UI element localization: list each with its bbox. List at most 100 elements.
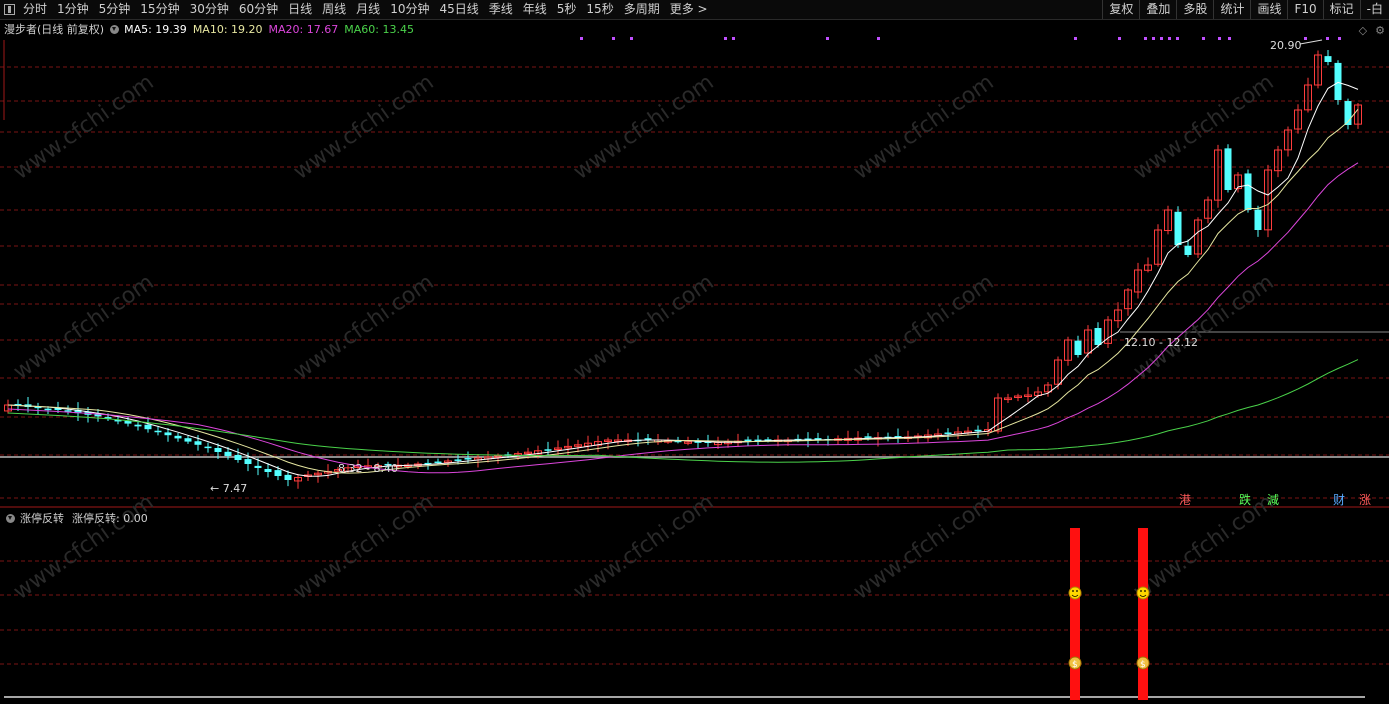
signal-bar — [1070, 528, 1080, 700]
candle-body — [244, 459, 252, 464]
high-price-label: 20.90 — [1270, 39, 1302, 52]
smiley-eye — [1072, 590, 1074, 592]
ma20-label: MA20: 17.67 — [268, 22, 339, 36]
watermark: www.cfchi.com — [569, 270, 718, 385]
event-dot — [877, 37, 880, 40]
event-dot — [1168, 37, 1171, 40]
range-label-1: 8.32 - 8.40 — [338, 462, 398, 475]
dropdown-icon[interactable] — [110, 24, 120, 34]
watermark: www.cfchi.com — [1129, 70, 1278, 185]
event-dot — [612, 37, 615, 40]
signal-bar — [1138, 528, 1148, 700]
candle-body — [1324, 56, 1332, 62]
money-bag-symbol: $ — [1140, 660, 1146, 670]
candle-body — [464, 458, 472, 460]
money-bag-symbol: $ — [1072, 660, 1078, 670]
candle-body — [1334, 62, 1342, 100]
event-dot — [826, 37, 829, 40]
candle-body — [134, 424, 142, 427]
candle-body — [184, 438, 192, 442]
event-dot — [1118, 37, 1121, 40]
candle-body — [974, 429, 982, 432]
event-dot — [1338, 37, 1341, 40]
watermark: www.cfchi.com — [1129, 270, 1278, 385]
event-dot — [1326, 37, 1329, 40]
smiley-eye — [1144, 590, 1146, 592]
candle-body — [1184, 245, 1192, 255]
event-dot — [732, 37, 735, 40]
watermark: www.cfchi.com — [9, 270, 158, 385]
kline-chart[interactable]: www.cfchi.com www.cfchi.com www.cfchi.com w… — [0, 0, 1389, 704]
ma5-label: MA5: 19.39 — [124, 22, 187, 36]
watermark: www.cfchi.com — [289, 270, 438, 385]
period-label: (日线 前复权) — [37, 23, 105, 36]
diamond-icon[interactable]: ◇ — [1359, 24, 1367, 37]
high-pointer — [1299, 39, 1323, 45]
event-dot — [1228, 37, 1231, 40]
event-flag-4[interactable]: 涨 — [1359, 493, 1371, 507]
candle-body — [454, 459, 462, 461]
event-dot — [1202, 37, 1205, 40]
candle-body — [224, 451, 232, 456]
smiley-eye — [1140, 590, 1142, 592]
sub-chart-title: 涨停反转 涨停反转: 0.00 — [4, 511, 148, 525]
indicator-value: 涨停反转: 0.00 — [72, 512, 148, 525]
candle-body — [284, 474, 292, 480]
low-price-label: ← 7.47 — [210, 482, 247, 495]
event-flag-3[interactable]: 财 — [1333, 493, 1345, 507]
smiley-icon — [1136, 586, 1150, 600]
candle-body — [1174, 211, 1182, 245]
candle-body — [1244, 173, 1252, 210]
candle-body — [744, 439, 752, 442]
event-dot — [724, 37, 727, 40]
event-dot — [1160, 37, 1163, 40]
event-flag-1[interactable]: 跌 — [1239, 493, 1251, 507]
watermark: www.cfchi.com — [9, 70, 158, 185]
ma60-label: MA60: 13.45 — [344, 22, 414, 36]
event-dot — [1176, 37, 1179, 40]
candle-body — [264, 468, 272, 472]
event-dot — [1144, 37, 1147, 40]
candle-body — [214, 447, 222, 452]
ma20-line — [7, 162, 1359, 474]
candle-body — [164, 432, 172, 436]
chart-title-row: 漫步者 (日线 前复权) MA5: 19.39 MA10: 19.20 MA20… — [4, 22, 420, 37]
watermark: www.cfchi.com — [849, 70, 998, 185]
candle-body — [1074, 340, 1082, 355]
candle-body — [154, 430, 162, 433]
candle-body — [124, 420, 132, 424]
watermark: www.cfchi.com — [849, 270, 998, 385]
event-dot — [1304, 37, 1307, 40]
range-label-2: 12.10 - 12.12 — [1124, 336, 1198, 349]
indicator-name: 涨停反转 — [20, 512, 64, 525]
sub-dropdown-icon[interactable] — [6, 513, 15, 523]
candle-body — [544, 449, 552, 451]
event-flag-0[interactable]: 港 — [1179, 493, 1191, 507]
ma10-label: MA10: 19.20 — [192, 22, 263, 36]
stock-name: 漫步者 — [4, 23, 37, 36]
candle-body — [1224, 148, 1232, 190]
candle-body — [174, 435, 182, 439]
candle-body — [1254, 209, 1262, 230]
candle-body — [254, 465, 262, 468]
event-flag-2[interactable]: 減 — [1267, 493, 1279, 507]
corner-tools: ◇ ⚙ — [1359, 24, 1385, 37]
candle-body — [144, 424, 152, 430]
event-dot — [1152, 37, 1155, 40]
watermark: www.cfchi.com — [569, 70, 718, 185]
event-dot — [630, 37, 633, 40]
smiley-eye — [1076, 590, 1078, 592]
event-dot — [1074, 37, 1077, 40]
candle-body — [194, 441, 202, 445]
candle-body — [204, 446, 212, 449]
candle-body — [44, 408, 52, 411]
candle-body — [434, 461, 442, 464]
candle-body — [1094, 328, 1102, 345]
event-dot — [1218, 37, 1221, 40]
watermark: www.cfchi.com — [289, 70, 438, 185]
smiley-icon — [1068, 586, 1082, 600]
candle-body — [864, 436, 872, 438]
candle-body — [234, 454, 242, 460]
gear-icon[interactable]: ⚙ — [1375, 24, 1385, 37]
candle-body — [944, 432, 952, 434]
